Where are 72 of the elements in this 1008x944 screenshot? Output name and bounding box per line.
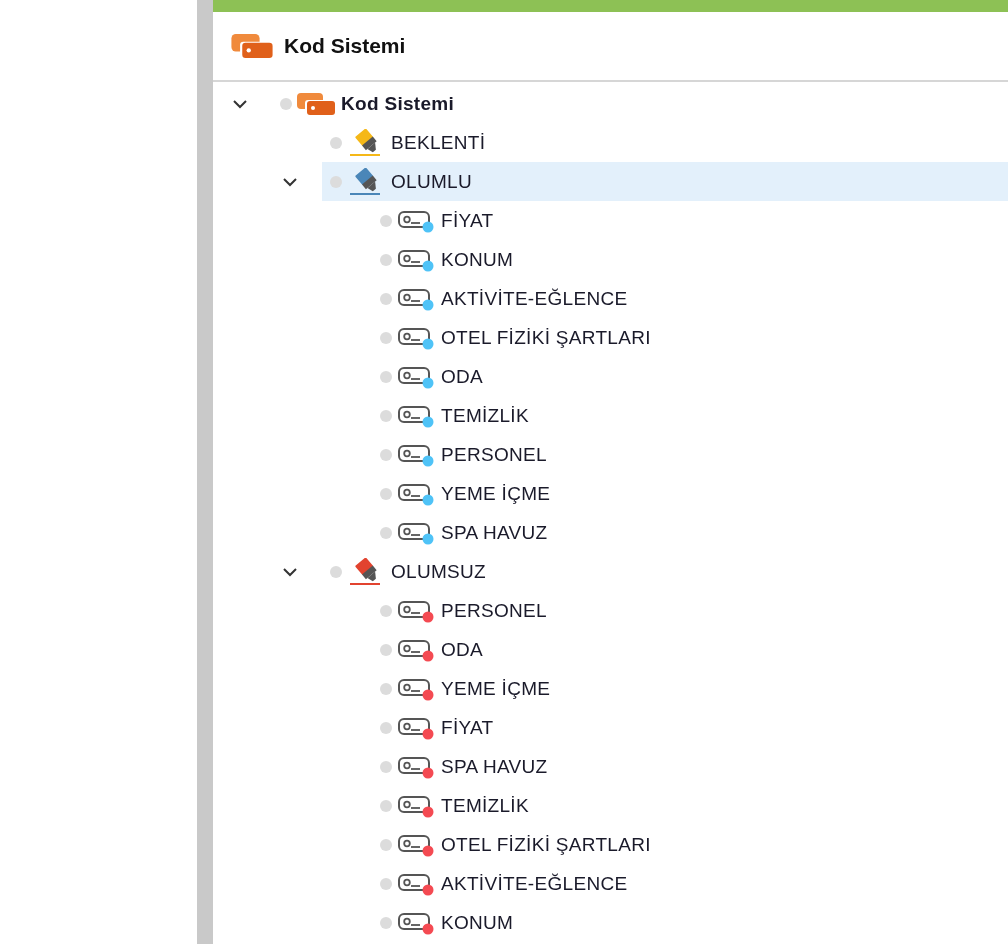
- code-label: BEKLENTİ: [391, 131, 486, 154]
- code-label: AKTİVİTE-EĞLENCE: [441, 872, 628, 895]
- code-label: ODA: [441, 365, 484, 388]
- code-label: TEMİZLİK: [441, 404, 529, 427]
- tree-row[interactable]: PERSONEL: [372, 435, 1008, 474]
- tree-row[interactable]: YEME İÇME: [372, 669, 1008, 708]
- code-label: TEMİZLİK: [441, 794, 529, 817]
- code-label: FİYAT: [441, 209, 494, 232]
- status-dot: [280, 97, 292, 110]
- tree-row[interactable]: BEKLENTİ: [322, 123, 1008, 162]
- chevron-icon[interactable]: [232, 98, 248, 109]
- code-label: Kod Sistemi: [341, 92, 455, 115]
- status-dot: [380, 877, 392, 890]
- status-dot: [380, 760, 392, 773]
- tree-row[interactable]: TEMİZLİK: [372, 786, 1008, 825]
- tree-row[interactable]: OLUMLU: [322, 162, 1008, 201]
- status-dot: [380, 487, 392, 500]
- status-dot: [380, 331, 392, 344]
- code-label: SPA HAVUZ: [441, 755, 548, 778]
- tree-row[interactable]: Kod Sistemi: [272, 84, 1008, 123]
- status-dot: [380, 253, 392, 266]
- code-label: ODA: [441, 638, 484, 661]
- code-label: KONUM: [441, 911, 514, 934]
- tree-row[interactable]: YEME İÇME: [372, 474, 1008, 513]
- tree-row[interactable]: AKTİVİTE-EĞLENCE: [372, 864, 1008, 903]
- chevron-icon[interactable]: [282, 176, 298, 187]
- tree-row[interactable]: PERSONEL: [372, 591, 1008, 630]
- tree-row[interactable]: ODA: [372, 630, 1008, 669]
- code-label: YEME İÇME: [441, 482, 551, 505]
- tree-row[interactable]: KONUM: [372, 240, 1008, 279]
- code-label: KONUM: [441, 248, 514, 271]
- code-label: PERSONEL: [441, 443, 547, 466]
- status-dot: [330, 565, 342, 578]
- status-dot: [380, 643, 392, 656]
- code-label: FİYAT: [441, 716, 494, 739]
- status-dot: [380, 526, 392, 539]
- status-dot: [380, 721, 392, 734]
- tree-row[interactable]: FİYAT: [372, 201, 1008, 240]
- code-label: AKTİVİTE-EĞLENCE: [441, 287, 628, 310]
- code-label: OLUMLU: [391, 170, 472, 193]
- status-dot: [380, 682, 392, 695]
- status-dot: [380, 838, 392, 851]
- tree-row[interactable]: TEMİZLİK: [372, 396, 1008, 435]
- tree-row[interactable]: ODA: [372, 357, 1008, 396]
- code-label: SPA HAVUZ: [441, 521, 548, 544]
- tree-row[interactable]: OTEL FİZİKİ ŞARTLARI: [372, 318, 1008, 357]
- tree-row[interactable]: FİYAT: [372, 708, 1008, 747]
- chevron-icon[interactable]: [282, 566, 298, 577]
- status-dot: [330, 175, 342, 188]
- status-dot: [380, 409, 392, 422]
- status-dot: [380, 214, 392, 227]
- code-label: OTEL FİZİKİ ŞARTLARI: [441, 326, 651, 349]
- status-dot: [380, 799, 392, 812]
- status-dot: [380, 604, 392, 617]
- status-dot: [380, 448, 392, 461]
- tree-row[interactable]: AKTİVİTE-EĞLENCE: [372, 279, 1008, 318]
- tree-row[interactable]: KONUM: [372, 903, 1008, 942]
- code-label: OLUMSUZ: [391, 560, 486, 583]
- tree-row[interactable]: SPA HAVUZ: [372, 513, 1008, 552]
- status-dot: [380, 916, 392, 929]
- panel-title: Kod Sistemi: [284, 34, 406, 58]
- code-label: OTEL FİZİKİ ŞARTLARI: [441, 833, 651, 856]
- status-dot: [330, 136, 342, 149]
- status-dot: [380, 292, 392, 305]
- tags-icon: [230, 33, 274, 59]
- tags-icon: [296, 91, 336, 116]
- code-label: YEME İÇME: [441, 677, 551, 700]
- tree-row[interactable]: OLUMSUZ: [322, 552, 1008, 591]
- code-label: PERSONEL: [441, 599, 547, 622]
- status-dot: [380, 370, 392, 383]
- tree-row[interactable]: SPA HAVUZ: [372, 747, 1008, 786]
- tree-row[interactable]: OTEL FİZİKİ ŞARTLARI: [372, 825, 1008, 864]
